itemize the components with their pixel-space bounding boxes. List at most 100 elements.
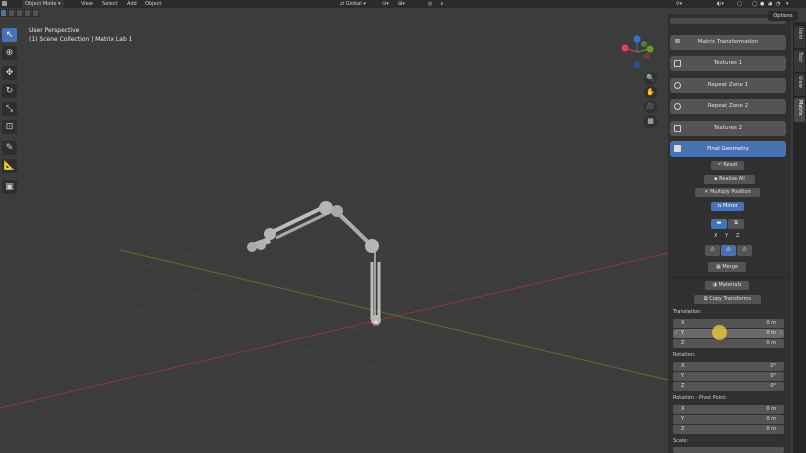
shading-options-icon[interactable]: ▾ <box>786 0 789 8</box>
matrix-transformation-button[interactable]: ⊠ Matrix Transformation <box>670 35 786 50</box>
floor-grid <box>0 139 669 453</box>
power-x-button[interactable]: ⏻ <box>705 245 720 256</box>
tab-view[interactable]: View <box>794 74 805 96</box>
translation-y-field[interactable]: ‹ Y 0 m › <box>673 329 784 338</box>
tab-matrix[interactable]: Matrix <box>794 98 805 122</box>
mirror-mode-b-button[interactable]: ⧉ <box>728 219 744 229</box>
falloff-icon[interactable]: ∧ <box>440 0 444 8</box>
texture-icon <box>674 125 681 132</box>
measure-tool-icon[interactable]: 📐 <box>2 159 17 173</box>
final-geometry-label: Final Geometry <box>707 146 749 152</box>
move-tool-icon[interactable]: ✥ <box>2 66 17 80</box>
rotation-y-field[interactable]: Y 0° <box>673 372 784 381</box>
translation-x-field[interactable]: X 0 m <box>673 319 784 328</box>
shading-rendered-icon[interactable]: ◔ <box>776 0 780 8</box>
translation-z-field[interactable]: Z 0 m <box>673 339 784 348</box>
panel-divider <box>670 277 786 278</box>
select-box-icon[interactable]: ↖ <box>2 28 17 42</box>
menu-select[interactable]: Select <box>102 0 117 8</box>
texture-icon <box>674 60 681 67</box>
matrix-transformation-label: Matrix Transformation <box>697 39 759 45</box>
pivot-icon[interactable]: ⊙▾ <box>382 0 389 8</box>
repeat-icon <box>674 82 681 89</box>
rotation-z-field[interactable]: Z 0° <box>673 382 784 391</box>
z-axis-icon <box>633 35 641 43</box>
select-subtract-button[interactable] <box>16 9 23 17</box>
cursor-tool-icon[interactable]: ⊕ <box>2 46 17 60</box>
snap-icon[interactable]: ⊞▾ <box>398 0 405 8</box>
select-extend-button[interactable] <box>8 9 15 17</box>
textures-2-label: Textures 2 <box>713 125 743 131</box>
editor-type-icon[interactable] <box>2 0 7 8</box>
merge-button[interactable]: ▦ Merge <box>708 262 746 272</box>
mirror-button[interactable]: ⇆ Mirror <box>711 202 744 211</box>
shading-material-icon[interactable]: ◕ <box>768 0 772 8</box>
viewport-title: User Perspective <box>29 27 80 34</box>
increment-arrow-icon[interactable]: › <box>780 329 782 338</box>
pivot-z-field[interactable]: Z 0 m <box>673 425 784 434</box>
options-button[interactable]: Options <box>768 11 798 21</box>
pivot-y-field[interactable]: Y 0 m <box>673 415 784 424</box>
power-y-button[interactable]: ⏻ <box>721 245 736 256</box>
tool-shelf: ↖ ⊕ ✥ ↻ ⤡ ⊡ ✎ 📐 ▣ <box>0 28 20 198</box>
viewport-collection-label: (1) Scene Collection | Matrix Lab 1 <box>29 36 133 43</box>
textures-1-button[interactable]: Textures 1 <box>670 56 786 71</box>
scale-tool-icon[interactable]: ⤡ <box>2 102 17 116</box>
reset-button[interactable]: ↶ Reset <box>711 161 744 170</box>
copy-transforms-button[interactable]: ⧉ Copy Transforms <box>694 295 761 304</box>
navigation-gizmo[interactable] <box>614 32 660 72</box>
rotation-x-field[interactable]: X 0° <box>673 362 784 371</box>
tab-item[interactable]: Item <box>794 26 805 48</box>
selection-mode-group <box>0 9 40 19</box>
decrement-arrow-icon[interactable]: ‹ <box>675 329 677 338</box>
proportional-edit-icon[interactable]: ◎ <box>428 0 432 8</box>
pivot-x-field[interactable]: X 0 m <box>673 405 784 414</box>
mode-dropdown[interactable]: Object Mode ▾ <box>22 0 64 8</box>
rotate-tool-icon[interactable]: ↻ <box>2 84 17 98</box>
annotate-tool-icon[interactable]: ✎ <box>2 141 17 155</box>
repeat-zone-2-button[interactable]: Repeat Zone 2 <box>670 99 786 114</box>
repeat-zone-1-label: Repeat Zone 1 <box>707 82 749 88</box>
materials-button[interactable]: ◑ Materials <box>705 281 749 290</box>
select-invert-button[interactable] <box>24 9 31 17</box>
shading-wireframe-icon[interactable]: ◯ <box>752 0 758 8</box>
orientation-label: Global <box>345 1 362 7</box>
axis-label-z: Z <box>736 233 740 239</box>
matrix-lab-object[interactable] <box>247 201 381 325</box>
orientation-icon: ⇄ <box>340 1 345 7</box>
geometry-icon <box>674 145 681 152</box>
power-z-button[interactable]: ⏻ <box>737 245 752 256</box>
x-axis-icon <box>621 44 629 52</box>
pan-hand-icon[interactable]: ✋ <box>644 86 657 99</box>
tab-tool[interactable]: Tool <box>794 50 805 72</box>
xray-icon[interactable]: ▢ <box>737 0 742 8</box>
repeat-zone-2-label: Repeat Zone 2 <box>707 103 749 109</box>
select-new-button[interactable] <box>0 9 7 17</box>
menu-object[interactable]: Object <box>145 0 161 8</box>
menu-add[interactable]: Add <box>127 0 137 8</box>
axis-label-x: X <box>714 233 718 239</box>
viewport-gizmo-toggle-icon[interactable]: ⚲▾ <box>676 0 682 8</box>
shading-solid-icon[interactable]: ● <box>760 0 764 8</box>
camera-view-icon[interactable]: 🎥 <box>644 100 657 113</box>
mirror-mode-a-button[interactable]: ▬ <box>711 219 727 229</box>
zoom-icon[interactable]: 🔍 <box>644 72 657 85</box>
scale-x-field[interactable] <box>673 447 784 453</box>
scale-label: Scale: <box>673 438 689 444</box>
transform-tool-icon[interactable]: ⊡ <box>2 120 17 134</box>
perspective-toggle-icon[interactable]: ▦ <box>644 115 657 128</box>
pivot-label: Rotation - Pivot Point: <box>673 395 727 401</box>
final-geometry-button[interactable]: Final Geometry <box>670 141 786 157</box>
translation-label: Translation: <box>673 309 702 315</box>
overlay-icon[interactable]: ◐▾ <box>717 0 724 8</box>
sidebar-tabs: Item Tool View Matrix <box>793 22 806 453</box>
select-intersect-button[interactable] <box>32 9 39 17</box>
realize-all-button[interactable]: ▪ Realize All <box>704 175 755 184</box>
menu-view[interactable]: View <box>81 0 93 8</box>
repeat-zone-1-button[interactable]: Repeat Zone 1 <box>670 78 786 93</box>
transform-orientation-dropdown[interactable]: ⇄ Global ▾ <box>340 0 366 8</box>
textures-2-button[interactable]: Textures 2 <box>670 121 786 136</box>
add-cube-tool-icon[interactable]: ▣ <box>2 180 17 194</box>
multiply-position-button[interactable]: ✕ Multiply Position <box>695 188 760 197</box>
mode-label: Object Mode <box>25 1 57 7</box>
